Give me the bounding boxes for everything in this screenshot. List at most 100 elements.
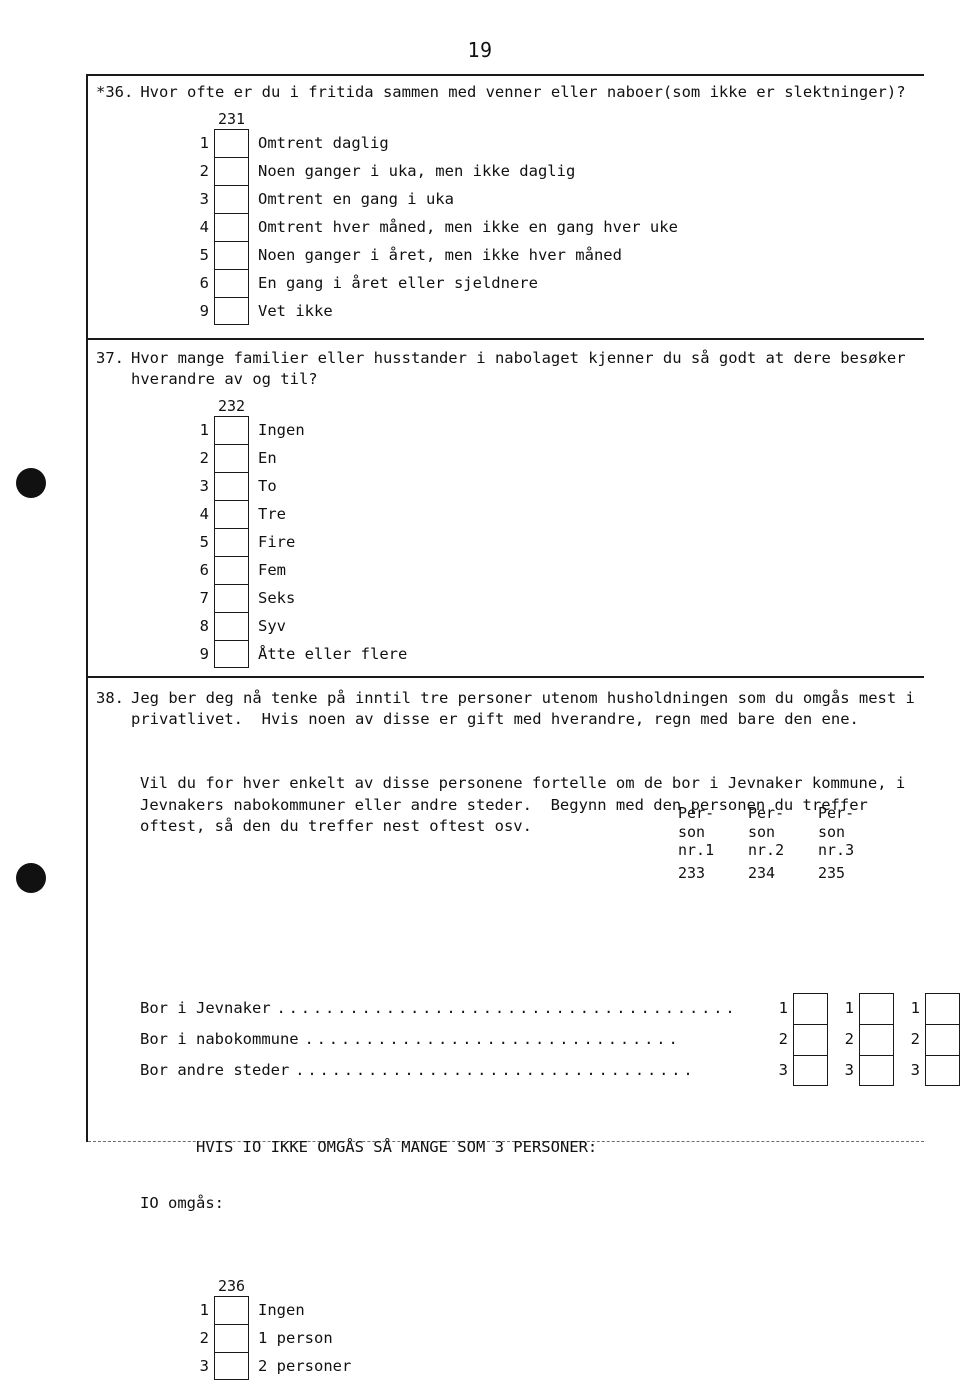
question-36-heading: *36. Hvor ofte er du i fritida sammen me… [0,82,960,103]
option-row[interactable]: 4 Tre [190,500,960,528]
cell-number: 1 [844,999,854,1017]
person-column-codes: 233 234 235 [678,864,870,882]
option-label: En gang i året eller sjeldnere [258,274,538,292]
cell-number: 1 [910,999,920,1017]
option-row[interactable]: 9 Vet ikke [190,297,960,325]
option-label: 2 personer [258,1356,352,1375]
option-checkbox[interactable] [214,157,249,185]
cell-pair[interactable]: 2 [837,1023,894,1055]
table-row: Bor andre steder .......................… [140,1054,960,1086]
option-checkbox[interactable] [214,185,249,213]
question-37-text-line1: Hvor mange familier eller husstander i n… [131,349,906,367]
cell-checkbox[interactable] [925,1023,960,1055]
option-label: Åtte eller flere [258,645,408,663]
option-checkbox[interactable] [214,269,249,297]
person-column-code: 233 [678,864,706,882]
cell-number: 2 [778,1030,788,1048]
option-row[interactable]: 5 Fire [190,528,960,556]
cell-checkbox[interactable] [859,1023,894,1055]
cell-pair[interactable]: 2 [903,1023,960,1055]
option-row[interactable]: 2 1 person [190,1323,960,1352]
question-36-number: *36. [96,83,134,101]
row-label: Bor i nabokommune [140,1030,299,1048]
cell-checkbox[interactable] [793,1023,828,1055]
option-checkbox[interactable] [214,528,249,556]
option-row[interactable]: 1 Ingen [190,1295,960,1324]
option-row[interactable]: 4 Omtrent hver måned, men ikke en gang h… [190,213,960,241]
leader-dots: ............................... [304,1030,681,1048]
option-number: 1 [199,134,209,152]
cell-pair[interactable]: 1 [837,992,894,1024]
option-checkbox[interactable] [214,500,249,528]
option-label: 1 person [258,1328,333,1347]
questionnaire-page: 19 *36. Hvor ofte er du i fritida sammen… [0,0,960,1380]
cell-checkbox[interactable] [925,992,960,1024]
cell-pair[interactable]: 3 [837,1054,894,1086]
option-checkbox[interactable] [214,416,249,444]
option-checkbox[interactable] [214,1295,249,1324]
option-label: Omtrent hver måned, men ikke en gang hve… [258,218,678,236]
question-38-paragraph-1: Jeg ber deg nå tenke på inntil tre perso… [131,689,915,728]
cell-checkbox[interactable] [859,1054,894,1086]
option-checkbox[interactable] [214,1323,249,1352]
option-number: 8 [199,617,209,635]
option-checkbox[interactable] [214,612,249,640]
option-checkbox[interactable] [214,241,249,269]
option-checkbox[interactable] [214,297,249,325]
conditional-instruction: HVIS IO IKKE OMGÅS SÅ MANGE SOM 3 PERSON… [0,1110,960,1266]
option-row[interactable]: 3 2 personer [190,1351,960,1380]
cell-checkbox[interactable] [793,992,828,1024]
row-cells: 2 2 2 [771,1023,960,1055]
option-row[interactable]: 5 Noen ganger i året, men ikke hver måne… [190,241,960,269]
option-row[interactable]: 6 Fem [190,556,960,584]
cell-pair[interactable]: 3 [771,1054,828,1086]
question-37-code-wrap: 232 [190,398,960,415]
option-row[interactable]: 2 En [190,444,960,472]
option-checkbox[interactable] [214,640,249,668]
option-row[interactable]: 1 Ingen [190,416,960,444]
option-row[interactable]: 7 Seks [190,584,960,612]
leader-dots: ................................. [295,1061,696,1079]
option-number: 4 [199,218,209,236]
option-row[interactable]: 6 En gang i året eller sjeldnere [190,269,960,297]
question-36-code: 231 [218,110,246,128]
instruction-line-2: IO omgås: [140,1193,224,1212]
person-column-header: Per- son nr.1 [678,804,715,859]
option-checkbox[interactable] [214,1351,249,1380]
option-checkbox[interactable] [214,472,249,500]
option-row[interactable]: 3 Omtrent en gang i uka [190,185,960,213]
option-number: 2 [199,449,209,467]
cell-pair[interactable]: 3 [903,1054,960,1086]
option-checkbox[interactable] [214,444,249,472]
question-38-heading: 38. Jeg ber deg nå tenke på inntil tre p… [0,688,960,730]
question-38-final-code: 236 [218,1276,246,1295]
cell-checkbox[interactable] [925,1054,960,1086]
cell-pair[interactable]: 1 [903,992,960,1024]
option-label: Tre [258,505,286,523]
cell-checkbox[interactable] [859,992,894,1024]
option-number: 5 [199,246,209,264]
person-column-headers: Per- son nr.1 Per- son nr.2 Per- son nr.… [678,804,870,860]
option-checkbox[interactable] [214,129,249,157]
option-checkbox[interactable] [214,556,249,584]
option-label: Ingen [258,1300,305,1319]
option-row[interactable]: 2 Noen ganger i uka, men ikke daglig [190,157,960,185]
question-38-number: 38. [96,689,124,707]
cell-pair[interactable]: 1 [771,992,828,1024]
option-label: Fem [258,561,286,579]
option-row[interactable]: 9 Åtte eller flere [190,640,960,668]
section-divider-2 [86,676,924,678]
option-checkbox[interactable] [214,213,249,241]
question-36-text: Hvor ofte er du i fritida sammen med ven… [140,83,906,101]
cell-pair[interactable]: 2 [771,1023,828,1055]
option-label: Noen ganger i uka, men ikke daglig [258,162,576,180]
page-number: 19 [467,38,493,62]
option-row[interactable]: 3 To [190,472,960,500]
leader-dots: ...................................... [276,999,738,1017]
option-checkbox[interactable] [214,584,249,612]
option-row[interactable]: 1 Omtrent daglig [190,129,960,157]
cell-checkbox[interactable] [793,1054,828,1086]
person-column-header: Per- son nr.2 [748,804,785,859]
option-row[interactable]: 8 Syv [190,612,960,640]
question-37-code: 232 [218,397,246,415]
